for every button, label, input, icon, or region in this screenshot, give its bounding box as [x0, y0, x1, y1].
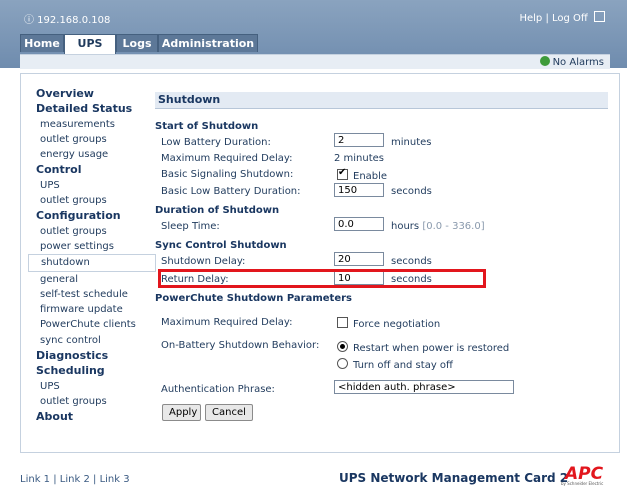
apply-button[interactable]: Apply	[162, 404, 201, 421]
logoff-icon[interactable]	[594, 11, 605, 22]
sidebar-item-outlet-groups[interactable]: outlet groups	[28, 193, 150, 208]
max-required-delay-label: Maximum Required Delay:	[161, 153, 293, 164]
sidebar-item-measurements[interactable]: measurements	[28, 117, 150, 132]
footer-link-1[interactable]: Link 1	[20, 474, 50, 485]
shutdown-delay-input[interactable]: 20	[334, 252, 384, 266]
footer-link-2[interactable]: Link 2	[60, 474, 90, 485]
sidebar-item-sync-control[interactable]: sync control	[28, 333, 150, 348]
restart-option[interactable]: Restart when power is restored	[337, 341, 509, 354]
sidebar-item-energy-usage[interactable]: energy usage	[28, 147, 150, 162]
sleep-time-input[interactable]: 0.0	[334, 217, 384, 231]
section-sync-control: Sync Control Shutdown	[155, 240, 287, 251]
cancel-button[interactable]: Cancel	[205, 404, 253, 421]
turn-off-option[interactable]: Turn off and stay off	[337, 358, 453, 371]
alarm-bar: No Alarms	[20, 54, 610, 69]
separator: |	[545, 13, 549, 24]
force-negotiation-label: Force negotiation	[353, 319, 441, 330]
apc-logo-subtext: by Schneider Electric	[561, 481, 604, 486]
section-duration-of-shutdown: Duration of Shutdown	[155, 205, 280, 216]
sleep-time-unit-group: hours [0.0 - 336.0]	[391, 221, 485, 232]
page-title: Shutdown	[155, 92, 608, 109]
sidebar-item-general[interactable]: general	[28, 272, 150, 287]
sidebar-section-configuration[interactable]: Configuration	[28, 208, 150, 223]
basic-low-battery-input[interactable]: 150	[334, 183, 384, 197]
checkbox-unchecked-icon[interactable]	[337, 317, 348, 328]
force-negotiation-checkbox[interactable]: Force negotiation	[337, 317, 440, 330]
sidebar-item-shutdown[interactable]: shutdown	[28, 254, 156, 272]
basic-signaling-label: Basic Signaling Shutdown:	[161, 169, 294, 180]
low-battery-duration-input[interactable]: 2	[334, 133, 384, 147]
tab-logs[interactable]: Logs	[116, 34, 158, 52]
turn-off-option-label: Turn off and stay off	[353, 360, 453, 371]
shutdown-content: Shutdown Start of Shutdown Low Battery D…	[155, 92, 608, 421]
sidebar-item-powerchute-clients[interactable]: PowerChute clients	[28, 317, 150, 332]
sidebar-section-overview[interactable]: Overview	[28, 86, 150, 101]
sidebar-item-outlet-groups[interactable]: outlet groups	[28, 224, 150, 239]
shutdown-delay-unit: seconds	[391, 256, 432, 267]
logoff-link[interactable]: Log Off	[552, 13, 588, 24]
sidebar-item-outlet-groups[interactable]: outlet groups	[28, 132, 150, 147]
radio-unselected-icon[interactable]	[337, 358, 348, 369]
apc-logo: APC by Schneider Electric	[557, 464, 613, 487]
alarm-text: No Alarms	[552, 57, 604, 68]
max-required-delay-value: 2 minutes	[334, 153, 385, 164]
tab-ups[interactable]: UPS	[64, 34, 116, 54]
restart-option-label: Restart when power is restored	[353, 343, 510, 354]
low-battery-duration-label: Low Battery Duration:	[161, 137, 271, 148]
checkbox-checked-icon[interactable]	[337, 167, 348, 180]
auth-phrase-label: Authentication Phrase:	[161, 384, 275, 395]
footer-separator: |	[93, 474, 97, 485]
sidebar-section-scheduling[interactable]: Scheduling	[28, 363, 150, 378]
sidebar-item-ups[interactable]: UPS	[28, 379, 150, 394]
sidebar-item-power-settings[interactable]: power settings	[28, 239, 150, 254]
sleep-time-range: [0.0 - 336.0]	[422, 221, 485, 232]
basic-low-battery-unit: seconds	[391, 186, 432, 197]
sidebar-section-detailed-status[interactable]: Detailed Status	[28, 101, 150, 116]
low-battery-duration-unit: minutes	[391, 137, 432, 148]
auth-phrase-input[interactable]: <hidden auth. phrase>	[334, 380, 514, 394]
help-link[interactable]: Help	[519, 13, 542, 24]
sidebar-item-outlet-groups[interactable]: outlet groups	[28, 394, 150, 409]
product-name: UPS Network Management Card 2	[339, 471, 569, 485]
sidebar-item-self-test-schedule[interactable]: self-test schedule	[28, 287, 150, 302]
tab-administration[interactable]: Administration	[158, 34, 258, 52]
sidebar-section-about[interactable]: About	[28, 409, 150, 424]
sidebar-section-control[interactable]: Control	[28, 162, 150, 177]
footer-link-3[interactable]: Link 3	[100, 474, 130, 485]
basic-signaling-checkbox[interactable]: Enable	[337, 167, 388, 182]
shutdown-delay-label: Shutdown Delay:	[161, 256, 246, 267]
on-battery-behavior-label: On-Battery Shutdown Behavior:	[161, 340, 320, 351]
alarm-status[interactable]: No Alarms	[539, 56, 604, 68]
ip-address: ⓘ 192.168.0.108	[24, 15, 111, 26]
tab-home[interactable]: Home	[20, 34, 64, 52]
footer-separator: |	[53, 474, 57, 485]
highlight-box	[158, 269, 486, 288]
sleep-time-label: Sleep Time:	[161, 221, 220, 232]
section-start-of-shutdown: Start of Shutdown	[155, 121, 259, 132]
footer-links: Link 1 | Link 2 | Link 3	[20, 474, 130, 485]
section-powerchute-params: PowerChute Shutdown Parameters	[155, 293, 352, 304]
sidebar-section-diagnostics[interactable]: Diagnostics	[28, 348, 150, 363]
sidebar-nav: Overview Detailed Status measurements outle…	[28, 86, 156, 425]
help-logoff-area: Help | Log Off	[519, 11, 605, 24]
basic-low-battery-label: Basic Low Battery Duration:	[161, 186, 301, 197]
check-icon	[539, 56, 550, 66]
radio-selected-icon[interactable]	[337, 341, 348, 352]
footer: Link 1 | Link 2 | Link 3 UPS Network Man…	[20, 461, 618, 487]
sidebar-item-ups[interactable]: UPS	[28, 178, 150, 193]
sidebar-item-firmware-update[interactable]: firmware update	[28, 302, 150, 317]
pc-max-required-delay-label: Maximum Required Delay:	[161, 317, 293, 328]
sleep-time-unit: hours	[391, 221, 420, 232]
enable-label: Enable	[353, 171, 388, 182]
